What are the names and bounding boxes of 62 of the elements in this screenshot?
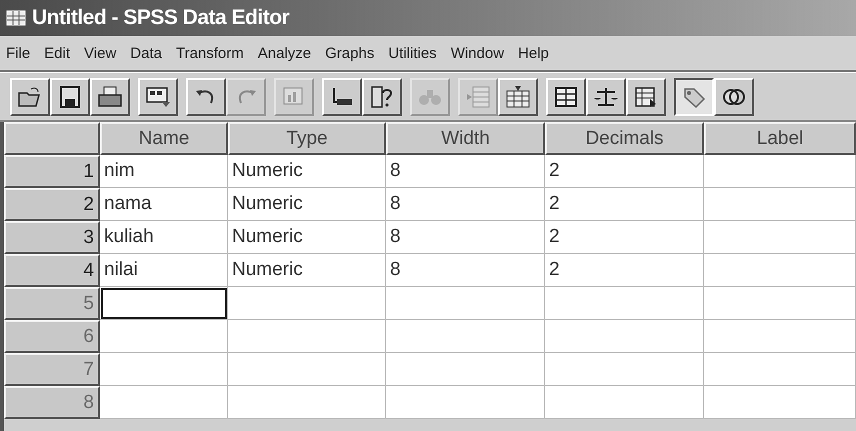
row-header[interactable]: 2 (4, 188, 100, 221)
scale-button[interactable] (586, 78, 626, 116)
menu-item[interactable]: Data (130, 44, 162, 62)
insert-column-icon (505, 84, 531, 108)
table-cell[interactable]: nim (100, 155, 228, 188)
table-cell[interactable]: 2 (545, 188, 704, 221)
select-cases-button[interactable] (626, 78, 666, 116)
table-cell[interactable]: kuliah (100, 221, 228, 254)
dialog-icon (145, 84, 171, 108)
table-cell[interactable] (704, 188, 856, 221)
menu-item[interactable]: Help (518, 44, 549, 62)
table-cell[interactable]: 8 (386, 221, 545, 254)
window-title: Untitled - SPSS Data Editor (32, 6, 290, 30)
column-header[interactable]: Type (228, 122, 386, 155)
save-button[interactable] (50, 78, 90, 116)
dialog-button[interactable] (138, 78, 178, 116)
circles-button[interactable] (714, 78, 754, 116)
table-cell[interactable]: Numeric (228, 188, 386, 221)
row-header[interactable]: 1 (4, 155, 100, 188)
insert-column-button[interactable] (498, 78, 538, 116)
save-icon (57, 84, 83, 108)
table-cell[interactable]: 8 (386, 188, 545, 221)
table-cell[interactable]: 2 (545, 254, 704, 287)
table-cell[interactable]: Numeric (228, 155, 386, 188)
table-icon (553, 84, 579, 108)
menu-item[interactable]: Transform (176, 44, 244, 62)
table-cell[interactable]: nama (100, 188, 228, 221)
print-icon (97, 84, 123, 108)
print-button[interactable] (90, 78, 130, 116)
folder-icon (17, 84, 43, 108)
table-cell[interactable]: 2 (545, 155, 704, 188)
table-cell[interactable]: 2 (545, 221, 704, 254)
table-cell[interactable]: 8 (386, 155, 545, 188)
menu-item[interactable]: Graphs (325, 44, 374, 62)
tag-button[interactable] (674, 78, 714, 116)
table-cell[interactable]: 8 (386, 254, 545, 287)
table-cell[interactable]: Numeric (228, 221, 386, 254)
column-header[interactable]: Name (100, 122, 228, 155)
folder-button[interactable] (10, 78, 50, 116)
undo-button[interactable] (186, 78, 226, 116)
menu-item[interactable]: Window (450, 44, 504, 62)
goto-case-button[interactable] (322, 78, 362, 116)
table-cell[interactable] (704, 155, 856, 188)
row-header[interactable]: 3 (4, 221, 100, 254)
help-icon (369, 84, 395, 108)
spreadsheet-icon (6, 10, 26, 26)
menu-item[interactable]: View (84, 44, 116, 62)
column-header[interactable]: Label (704, 122, 856, 155)
table-cell[interactable] (704, 254, 856, 287)
row-header[interactable]: 4 (4, 254, 100, 287)
table-button[interactable] (546, 78, 586, 116)
menu-item[interactable]: Analyze (258, 44, 312, 62)
column-header[interactable]: Width (386, 122, 545, 155)
menu-item[interactable]: Utilities (388, 44, 437, 62)
table-cell[interactable] (704, 221, 856, 254)
table-cell[interactable]: Numeric (228, 254, 386, 287)
column-header[interactable]: Decimals (545, 122, 704, 155)
menu-item[interactable]: Edit (44, 44, 70, 62)
table-cell[interactable]: nilai (100, 254, 228, 287)
help-button[interactable] (362, 78, 402, 116)
insert-row-icon (465, 84, 491, 108)
menu-item[interactable]: File (6, 44, 30, 62)
